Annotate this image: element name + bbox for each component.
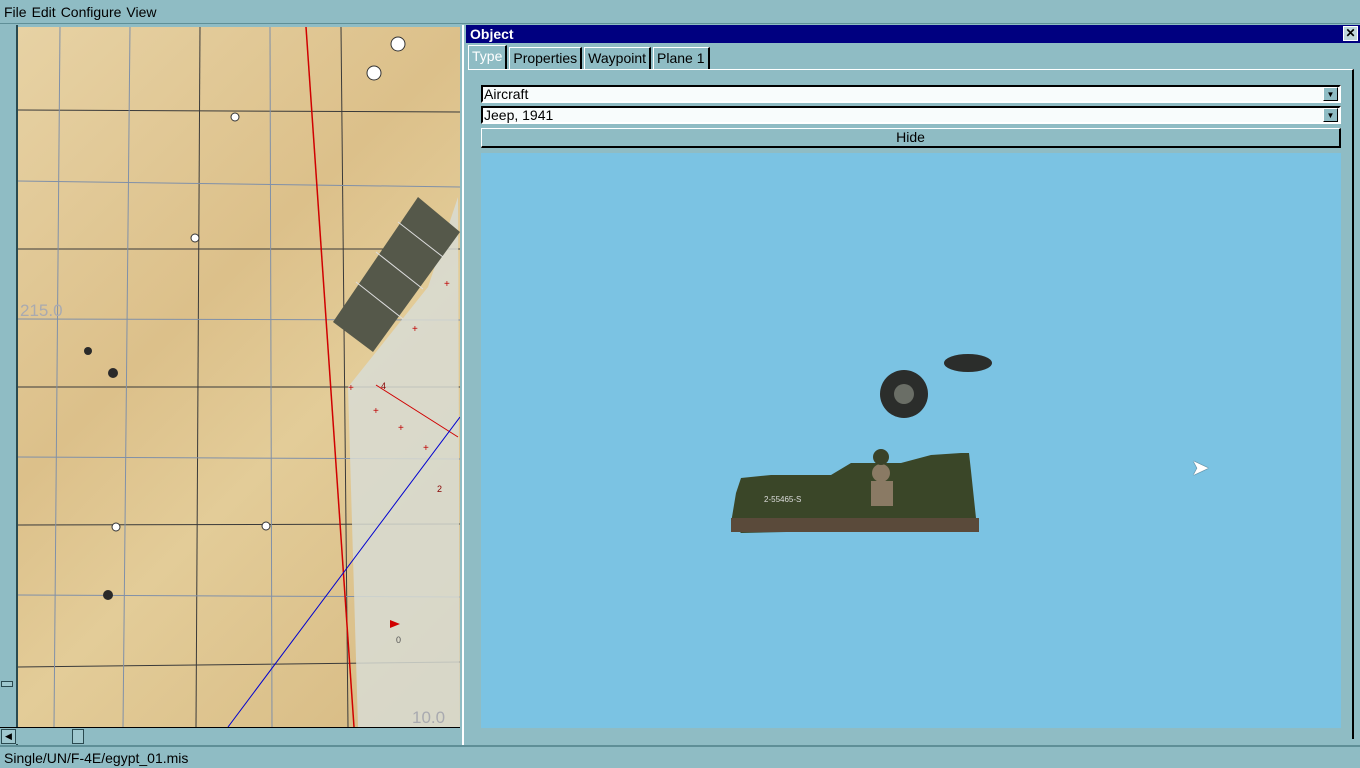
vertical-scrollbar[interactable] xyxy=(0,25,18,745)
tab-properties[interactable]: Properties xyxy=(509,47,583,69)
map-grid-label: 215.0 xyxy=(20,301,63,320)
waypoint-label: 0 xyxy=(396,635,402,645)
map-grid-label: 10.0 xyxy=(412,708,446,727)
svg-text:+: + xyxy=(373,406,379,417)
mission-map[interactable]: + + + + + + 215.0 10.0 4 2 0 xyxy=(18,27,460,727)
panel-title: Object xyxy=(470,26,514,42)
object-type-select[interactable]: Jeep, 1941 ▼ xyxy=(481,106,1341,124)
mouse-cursor-icon: ➤ xyxy=(1191,455,1210,480)
waypoint-label: 4 xyxy=(381,381,387,391)
jeep-model: 2-55465-S xyxy=(731,354,992,533)
waypoint-label: 2 xyxy=(437,484,443,494)
svg-text:+: + xyxy=(348,383,354,394)
tab-bar: Type Properties Waypoint Plane 1 xyxy=(468,45,712,69)
category-value: Aircraft xyxy=(484,86,529,102)
close-icon[interactable]: ✕ xyxy=(1343,26,1358,41)
menu-configure[interactable]: Configure xyxy=(61,4,122,20)
svg-text:+: + xyxy=(412,324,418,335)
mission-path: Single/UN/F-4E/egypt_01.mis xyxy=(4,750,189,766)
object-type-value: Jeep, 1941 xyxy=(484,107,554,123)
chevron-down-icon[interactable]: ▼ xyxy=(1323,87,1338,101)
menu-view[interactable]: View xyxy=(126,4,156,20)
tab-plane-1[interactable]: Plane 1 xyxy=(653,47,710,69)
svg-text:+: + xyxy=(423,443,429,454)
svg-text:+: + xyxy=(444,279,450,290)
tab-type[interactable]: Type xyxy=(468,45,508,69)
object-panel: Object ✕ Type Properties Waypoint Plane … xyxy=(462,25,1360,745)
map-overlay: + + + + + + xyxy=(18,27,460,727)
object-preview[interactable]: 2-55465-S ➤ xyxy=(481,153,1341,728)
route-line-red xyxy=(305,27,355,727)
scroll-left-arrow-icon[interactable]: ◀ xyxy=(1,729,16,744)
horizontal-scrollbar[interactable]: ◀ xyxy=(0,727,460,744)
status-bar: Single/UN/F-4E/egypt_01.mis xyxy=(0,745,1360,768)
jeep-number: 2-55465-S xyxy=(764,495,801,504)
chevron-down-icon[interactable]: ▼ xyxy=(1323,108,1338,122)
category-select[interactable]: Aircraft ▼ xyxy=(481,85,1341,103)
hide-button[interactable]: Hide xyxy=(481,128,1341,148)
tab-content: Aircraft ▼ Jeep, 1941 ▼ Hide 2-55465-S ➤ xyxy=(468,69,1354,739)
menu-edit[interactable]: Edit xyxy=(32,4,56,20)
tab-waypoint[interactable]: Waypoint xyxy=(584,47,652,69)
svg-text:+: + xyxy=(398,423,404,434)
panel-titlebar: Object ✕ xyxy=(466,25,1360,43)
menu-bar: File Edit Configure View xyxy=(0,0,1360,24)
menu-file[interactable]: File xyxy=(4,4,27,20)
horizontal-scroll-thumb[interactable] xyxy=(72,729,84,744)
vertical-scroll-thumb[interactable] xyxy=(1,681,13,687)
